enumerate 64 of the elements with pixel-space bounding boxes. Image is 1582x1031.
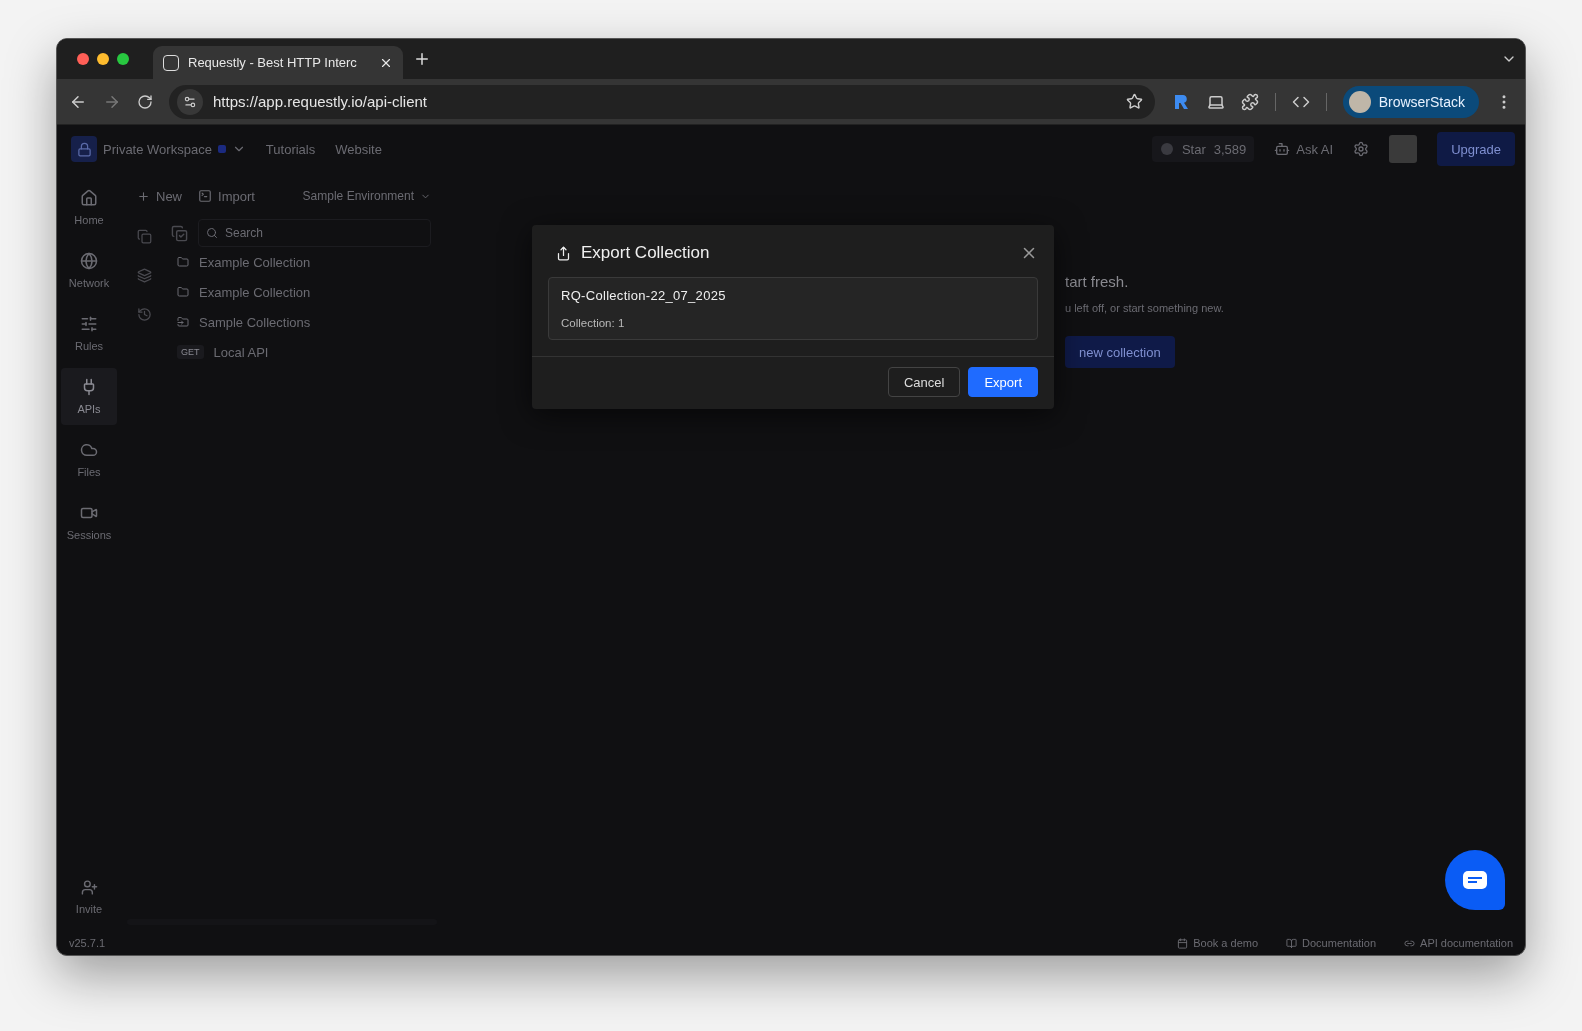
- new-collection-button[interactable]: new collection: [1065, 336, 1175, 368]
- dialog-title: Export Collection: [581, 243, 711, 263]
- browser-tab[interactable]: Requestly - Best HTTP Interc: [153, 46, 403, 79]
- lock-icon: [71, 136, 97, 162]
- workspace-name[interactable]: Private Workspace: [103, 141, 212, 157]
- search-field[interactable]: Search: [198, 219, 431, 247]
- file-name: RQ-Collection-22_07_2025: [561, 288, 727, 303]
- calendar-icon: [1177, 937, 1189, 949]
- nav-rail-item[interactable]: Network: [61, 242, 117, 299]
- upgrade-button[interactable]: Upgrade: [1437, 132, 1515, 166]
- maximize-window-button[interactable]: [117, 53, 129, 65]
- robot-icon: [1274, 141, 1291, 157]
- bookmark-star-icon[interactable]: [1125, 93, 1143, 110]
- terminal-icon: [198, 189, 212, 203]
- address-bar[interactable]: https://app.requestly.io/api-client: [169, 84, 1155, 119]
- chat-icon: [1462, 870, 1488, 890]
- chat-button[interactable]: [1445, 850, 1505, 910]
- footer-link[interactable]: Documentation: [1286, 937, 1377, 949]
- nav-rail-item[interactable]: Rules: [61, 305, 117, 362]
- tree-collection-item[interactable]: Example Collection: [171, 277, 441, 307]
- nav-rail-item[interactable]: Files: [61, 431, 117, 488]
- new-button[interactable]: New: [137, 188, 182, 204]
- minimize-window-button[interactable]: [97, 53, 109, 65]
- reload-icon[interactable]: [137, 93, 153, 110]
- cloud-icon: [80, 441, 98, 459]
- profile-button[interactable]: BrowserStack: [1342, 85, 1479, 118]
- settings-icon[interactable]: [1353, 141, 1370, 157]
- share-icon: [556, 245, 571, 261]
- nav-rail-item[interactable]: Sessions: [61, 494, 117, 551]
- invite-button[interactable]: Invite: [61, 868, 117, 925]
- empty-state-text: u left off, or start something new.: [1065, 302, 1225, 314]
- search-icon: [206, 227, 218, 239]
- tree-collection-item[interactable]: Sample Collections: [171, 307, 441, 337]
- nav-link[interactable]: Tutorials: [265, 141, 316, 157]
- favicon-icon: [163, 54, 179, 71]
- folder-icon: [177, 256, 189, 268]
- close-window-button[interactable]: [77, 53, 89, 65]
- export-button[interactable]: Export: [968, 367, 1038, 397]
- version-label: v25.7.1: [69, 937, 106, 949]
- new-tab-icon[interactable]: [413, 50, 431, 68]
- import-button[interactable]: Import: [198, 188, 255, 204]
- footer-link[interactable]: API documentation: [1404, 937, 1513, 949]
- globe-icon: [80, 252, 98, 270]
- sliders-icon: [80, 315, 98, 333]
- extensions-icon[interactable]: [1240, 92, 1259, 111]
- github-star-button[interactable]: Star 3,589: [1151, 136, 1255, 162]
- nav-rail-item[interactable]: Home: [61, 179, 117, 236]
- folder-icon: [177, 286, 189, 298]
- user-plus-icon: [80, 878, 98, 896]
- site-settings-icon[interactable]: [177, 88, 203, 115]
- nav-rail-item[interactable]: APIs: [61, 368, 117, 425]
- collection-count: Collection: 1: [561, 317, 626, 329]
- tree-request-item[interactable]: GET Local API: [171, 337, 441, 367]
- home-icon: [80, 189, 98, 207]
- tree-collection-item[interactable]: Example Collection: [171, 247, 441, 277]
- ask-ai-button[interactable]: Ask AI: [1274, 141, 1334, 157]
- folder-arrow-icon: [177, 316, 189, 328]
- environment-dropdown[interactable]: Sample Environment: [302, 189, 431, 203]
- footer-link[interactable]: Book a demo: [1177, 937, 1259, 949]
- nav-link[interactable]: Website: [335, 141, 382, 157]
- book-icon: [1286, 937, 1298, 949]
- plus-icon: [137, 189, 150, 203]
- empty-state-heading: tart fresh.: [1065, 273, 1130, 290]
- cancel-button[interactable]: Cancel: [887, 367, 961, 397]
